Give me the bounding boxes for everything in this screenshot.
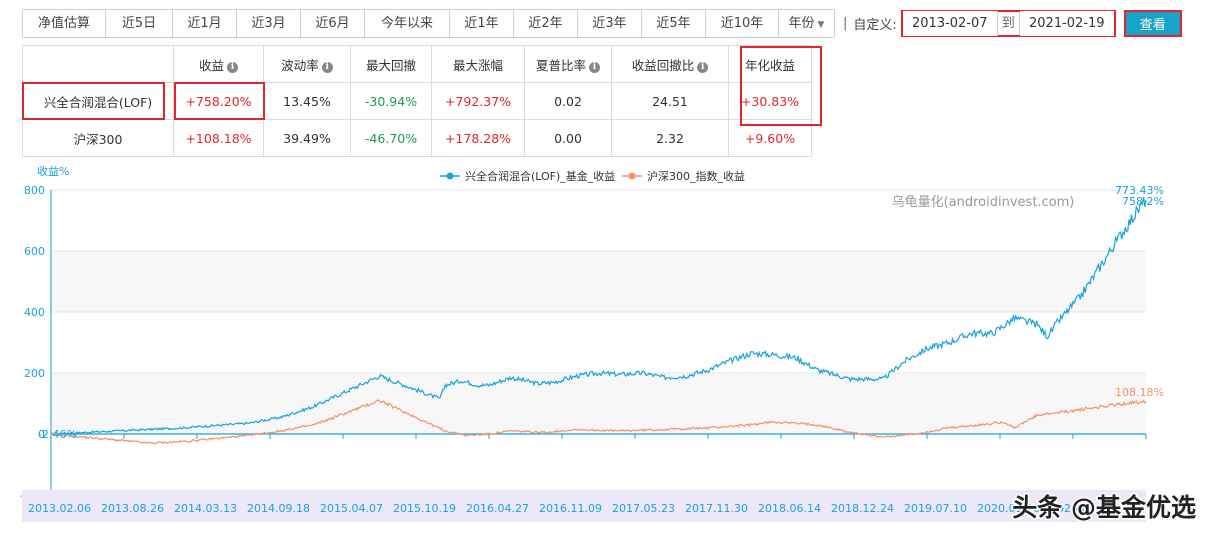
legend-label: 兴全合润混合(LOF)_基金_收益	[465, 169, 615, 183]
legend-label: 沪深300_指数_收益	[647, 169, 745, 183]
sharpe-cell: 0.00	[524, 119, 612, 157]
y-tick-label: 200	[24, 367, 45, 380]
start-date-input[interactable]	[902, 10, 998, 36]
header-label: 收益回撤比	[631, 57, 695, 73]
fund-name-cell: 兴全合润混合(LOF)	[22, 82, 174, 120]
source-watermark: 头条 @基金优选	[1012, 493, 1196, 522]
return-drawdown-cell: 24.51	[611, 82, 729, 120]
period-button-ytd[interactable]: 今年以来	[365, 9, 450, 37]
max-gain-cell: +178.28%	[431, 119, 525, 157]
header-return-drawdown: 收益回撤比 i	[611, 45, 729, 83]
return-drawdown-cell: 2.32	[611, 119, 729, 157]
chart-watermark: 乌龟量化(androidinvest.com)	[892, 194, 1075, 210]
header-label: 收益	[198, 57, 224, 73]
annual-return-cell: +30.83%	[728, 82, 812, 120]
header-label: 波动率	[281, 57, 319, 73]
table-row: 沪深300 +108.18% 39.49% -46.70% +178.28% 0…	[22, 119, 812, 157]
y-tick-label: 400	[24, 306, 45, 319]
index-name-cell: 沪深300	[22, 119, 174, 157]
return-cell: +108.18%	[173, 119, 264, 157]
x-tick-label: 2014.09.18	[247, 502, 310, 515]
query-button[interactable]: 查看	[1123, 9, 1182, 37]
x-tick-label: 2016.04.27	[466, 502, 529, 515]
table-row: 兴全合润混合(LOF) +758.20% 13.45% -30.94% +792…	[22, 82, 812, 120]
period-button-10y[interactable]: 近10年	[706, 9, 779, 37]
sharpe-cell: 0.02	[524, 82, 612, 120]
chevron-down-icon: ▼	[817, 19, 825, 30]
header-volatility: 波动率 i	[263, 45, 351, 83]
period-button-5d[interactable]: 近5日	[106, 9, 173, 37]
y-tick-label: 800	[24, 184, 45, 197]
info-icon[interactable]: i	[589, 61, 600, 73]
period-button-1m[interactable]: 近1月	[173, 9, 237, 37]
volatility-cell: 13.45%	[263, 82, 351, 120]
x-tick-label: 2013.08.26	[101, 502, 164, 515]
x-tick-label: 2015.04.07	[320, 502, 383, 515]
return-cell: +758.20%	[173, 82, 264, 120]
max-gain-cell: +792.37%	[431, 82, 525, 120]
year-dropdown-label: 年份	[788, 15, 815, 31]
x-tick-label: 2018.12.24	[831, 502, 894, 515]
info-icon[interactable]: i	[697, 61, 709, 73]
annual-return-cell: +9.60%	[728, 119, 812, 157]
separator: |	[843, 15, 848, 31]
custom-range-label: 自定义:	[853, 17, 897, 33]
period-button-3y[interactable]: 近3年	[578, 9, 642, 37]
end-value-label: 108.18%	[1115, 386, 1164, 399]
header-label: 夏普比率	[535, 57, 586, 73]
header-sharpe: 夏普比率 i	[524, 45, 612, 83]
end-value-label: 758.2%	[1122, 195, 1164, 208]
table-header-row: 收益 i 波动率 i 最大回撤 最大涨幅 夏普比率 i 收益回撤比 i 年化收益	[22, 45, 812, 83]
x-tick-label: 2014.03.13	[174, 502, 237, 515]
legend-marker	[628, 172, 636, 180]
grid-band	[51, 251, 1146, 312]
chart-axes: -20002004006008002013.02.062013.08.26201…	[20, 184, 1147, 522]
x-tick-label: 2019.07.10	[904, 502, 967, 515]
volatility-cell: 39.49%	[263, 119, 351, 157]
period-button-6m[interactable]: 近6月	[301, 9, 365, 37]
y-tick-label: 600	[24, 245, 45, 258]
start-value-label: -2.46%	[38, 428, 77, 441]
info-icon[interactable]: i	[227, 61, 238, 73]
stats-table: 收益 i 波动率 i 最大回撤 最大涨幅 夏普比率 i 收益回撤比 i 年化收益 兴全合…	[22, 45, 812, 157]
end-date-input[interactable]	[1019, 10, 1114, 36]
chart-grid	[51, 189, 1146, 496]
period-button-5y[interactable]: 近5年	[642, 9, 706, 37]
header-max-drawdown: 最大回撤	[350, 45, 432, 83]
chart-legend: 兴全合润混合(LOF)_基金_收益 沪深300_指数_收益	[440, 169, 745, 183]
x-tick-label: 2013.02.06	[28, 502, 91, 515]
x-tick-label: 2017.05.23	[612, 502, 675, 515]
header-annual-return: 年化收益	[728, 45, 812, 83]
y-axis-label: 收益%	[37, 164, 69, 178]
x-tick-label: 2018.06.14	[758, 502, 821, 515]
to-label: 到	[998, 11, 1020, 35]
period-button-1y[interactable]: 近1年	[450, 9, 514, 37]
max-drawdown-cell: -30.94%	[350, 82, 432, 120]
max-drawdown-cell: -46.70%	[350, 119, 432, 157]
period-button-2y[interactable]: 近2年	[514, 9, 578, 37]
info-icon[interactable]: i	[321, 61, 333, 73]
date-range-picker: 到	[900, 9, 1116, 37]
table-corner-cell	[22, 45, 174, 83]
period-button-3m[interactable]: 近3月	[237, 9, 301, 37]
header-return: 收益 i	[173, 45, 264, 83]
period-selector: 净值估算 近5日 近1月 近3月 近6月 今年以来 近1年 近2年 近3年 近5…	[22, 8, 835, 38]
legend-marker	[446, 172, 454, 180]
header-max-gain: 最大涨幅	[431, 45, 525, 83]
year-dropdown[interactable]: 年份 ▼	[779, 9, 834, 37]
x-tick-label: 2015.10.19	[393, 502, 456, 515]
x-tick-label: 2017.11.30	[685, 502, 748, 515]
x-tick-label: 2016.11.09	[539, 502, 602, 515]
return-chart: 乌龟量化(androidinvest.com) 兴全合润混合(LOF)_基金_收…	[20, 164, 1197, 524]
period-button-nav-estimate[interactable]: 净值估算	[23, 9, 106, 37]
toolbar: 净值估算 近5日 近1月 近3月 近6月 今年以来 近1年 近2年 近3年 近5…	[22, 8, 1182, 38]
